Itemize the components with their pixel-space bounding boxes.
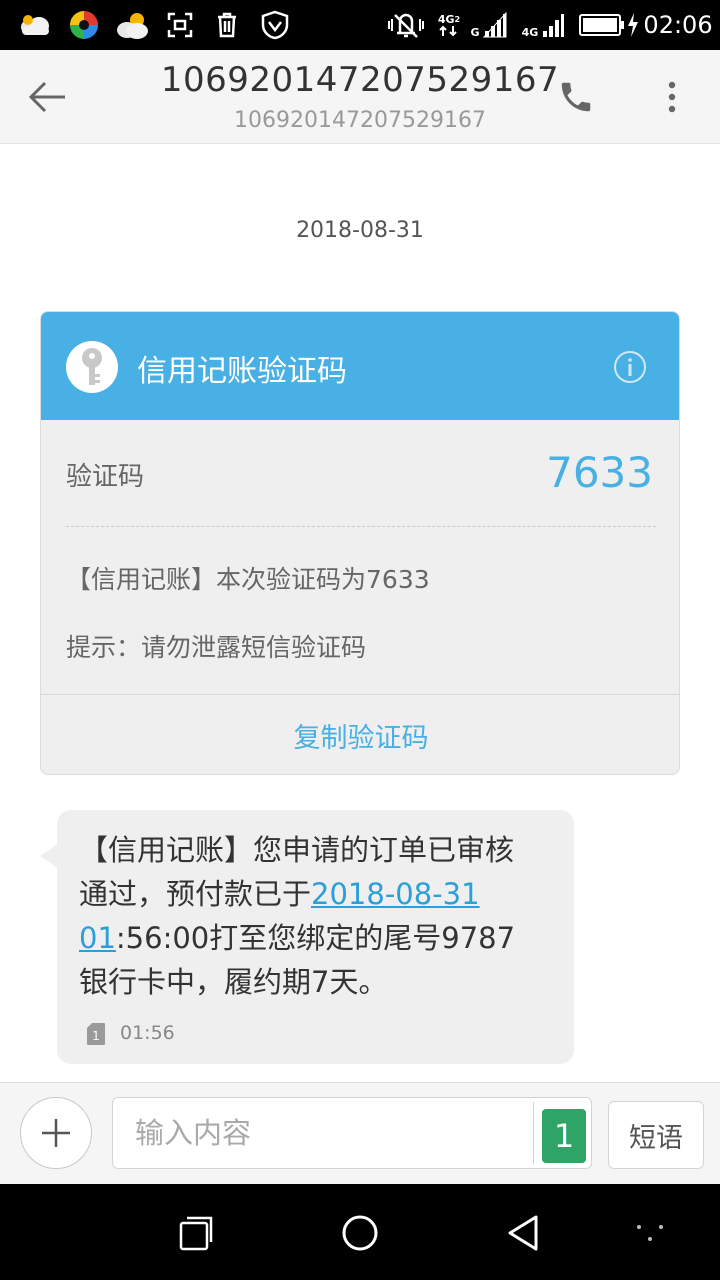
home-icon	[342, 1215, 378, 1251]
card-message-line1: 【信用记账】本次验证码为7633	[66, 565, 430, 594]
network1-sub: 2	[454, 14, 461, 24]
sim-card-icon: 1	[87, 1023, 105, 1045]
more-options-button[interactable]	[650, 72, 694, 122]
code-label: 验证码	[66, 462, 145, 492]
charging-icon	[626, 0, 640, 50]
card-title: 信用记账验证码	[137, 354, 347, 389]
network2-label: 4G	[521, 25, 539, 39]
info-icon[interactable]	[613, 350, 647, 384]
weather-icon	[18, 0, 52, 50]
battery-icon	[578, 0, 626, 50]
composer-bar: 输入内容 1 短语	[0, 1082, 720, 1184]
dashed-divider	[66, 526, 656, 527]
network1-label: 4G	[437, 12, 455, 26]
signal-icon: G	[468, 0, 512, 50]
code-value: 7633	[546, 448, 653, 497]
bubble-tail	[40, 844, 58, 868]
shield-icon	[258, 0, 292, 50]
contact-title: 10692014720752916​7	[160, 60, 560, 100]
copy-code-button[interactable]: 复制验证码	[41, 695, 679, 774]
card-header: 信用记账验证码	[41, 312, 679, 420]
thread-date: 2018-08-31	[296, 218, 424, 243]
navigation-bar	[0, 1184, 720, 1280]
card-message-line2: 提示：请勿泄露短信验证码	[66, 633, 367, 662]
recent-apps-button[interactable]	[166, 1208, 226, 1258]
message-bubble[interactable]: 【信用记账】您申请的订单已审核通过，预付款已于2018-08-31 01:56:…	[57, 810, 574, 1064]
network-g-label: G	[470, 25, 480, 39]
back-triangle-icon	[508, 1215, 538, 1251]
key-icon	[66, 341, 118, 393]
message-time: 01:56	[120, 1022, 175, 1044]
plus-icon	[42, 1119, 70, 1147]
status-time: 02:06	[643, 0, 713, 50]
input-placeholder: 输入内容	[135, 1116, 252, 1150]
verification-card: 信用记账验证码 验证码 7633 【信用记账】本次验证码为7633 提示：请勿泄…	[40, 311, 680, 775]
screenshot-icon	[164, 0, 196, 50]
recent-apps-icon	[179, 1216, 213, 1251]
message-text: 【信用记账】您申请的订单已审核通过，预付款已于2018-08-31 01:56:…	[79, 828, 539, 1004]
conversation-header: 10692014720752916​7 10692014720752916​7	[0, 50, 720, 144]
sim-number: 1	[92, 1029, 100, 1043]
add-attachment-button[interactable]	[20, 1097, 92, 1169]
call-button[interactable]	[548, 72, 604, 122]
input-separator	[533, 1102, 534, 1164]
back-button[interactable]	[18, 70, 76, 124]
sim-switch-button[interactable]: 1	[542, 1109, 586, 1163]
signal-4g-icon: 4G	[518, 0, 572, 50]
colorful-app-icon	[66, 0, 102, 50]
dots-icon	[637, 1225, 663, 1241]
message-text-part2: :56:00打至您绑定的尾号9787银行卡中，履约期7天。	[79, 921, 516, 999]
phone-icon	[561, 82, 591, 112]
mute-icon	[384, 0, 428, 50]
network1-indicator: 4G 2	[432, 0, 466, 50]
more-vertical-icon	[668, 81, 676, 113]
status-bar: 4G 2 G 4G 02:06	[0, 0, 720, 50]
weather-sun-icon	[112, 0, 152, 50]
message-input[interactable]: 输入内容 1	[112, 1097, 592, 1169]
trash-icon	[212, 0, 242, 50]
status-time-text: 02:06	[643, 11, 713, 39]
home-button[interactable]	[330, 1208, 390, 1258]
notification-pull-button[interactable]	[620, 1208, 680, 1258]
phrases-button[interactable]: 短语	[608, 1101, 704, 1169]
back-nav-button[interactable]	[494, 1208, 554, 1258]
contact-number: 10692014720752916​7	[234, 108, 486, 133]
